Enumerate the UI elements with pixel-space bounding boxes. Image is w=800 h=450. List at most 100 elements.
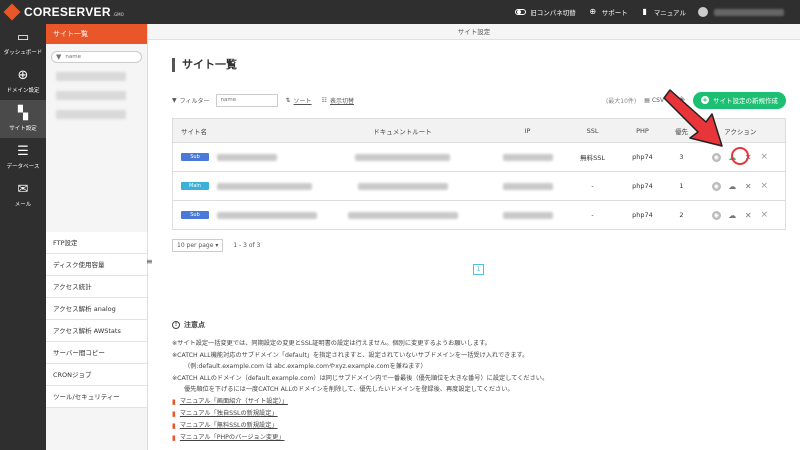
doc-root-cell bbox=[317, 171, 488, 201]
ip-redacted bbox=[502, 211, 553, 219]
col-site-name: サイト名 bbox=[172, 118, 318, 143]
close-icon[interactable]: × bbox=[760, 152, 769, 162]
logo-sub: .GMO bbox=[112, 11, 124, 17]
nav-mail[interactable]: ✉ メール bbox=[0, 176, 46, 214]
site-list-item[interactable] bbox=[56, 110, 126, 119]
sub-menu: FTP設定 ディスク使用容量 アクセス統計 アクセス解析 analog アクセス… bbox=[46, 232, 147, 408]
book-icon: ▮ bbox=[172, 433, 176, 442]
manual-link-php-version[interactable]: ▮ マニュアル「PHPのバージョン変更」 bbox=[172, 432, 782, 444]
sort-icon: ⇅ bbox=[285, 96, 291, 104]
toggle-icon bbox=[515, 9, 527, 15]
sub-sidebar: サイト一覧 ▼ FTP設定 ディスク使用容量 アクセス統計 アクセス解析 ana… bbox=[46, 24, 148, 450]
nav-site-settings[interactable]: ▚ サイト設定 bbox=[0, 100, 46, 138]
top-bar: CORESERVER .GMO 旧コンパネ切替 ⊕ サポート ▮ マニュアル bbox=[0, 0, 800, 24]
tools-icon[interactable]: ✕ bbox=[744, 211, 753, 220]
actions-cell: ◉ ☁ ✕ × bbox=[695, 171, 786, 201]
page-title: サイト一覧 bbox=[172, 58, 237, 72]
site-list bbox=[46, 68, 147, 133]
manual-link[interactable]: ▮ マニュアル bbox=[640, 7, 686, 17]
nav-domain[interactable]: ⊕ ドメイン設定 bbox=[0, 62, 46, 100]
globe-icon[interactable]: ◉ bbox=[711, 210, 721, 220]
user-menu[interactable] bbox=[698, 7, 784, 17]
site-list-item[interactable] bbox=[56, 72, 126, 81]
sort-link[interactable]: ソート bbox=[294, 96, 312, 105]
per-page-select[interactable]: 10 per page ▾ bbox=[172, 239, 224, 252]
annotation-arrow-icon bbox=[663, 89, 723, 147]
php-cell: php74 bbox=[617, 171, 668, 201]
cloud-upload-icon[interactable]: ☁ bbox=[728, 182, 737, 191]
sub-sidebar-header[interactable]: サイト一覧 bbox=[46, 24, 147, 44]
globe-icon: ⊕ bbox=[17, 67, 29, 83]
database-icon: ☰ bbox=[17, 143, 29, 159]
ssl-cell: 無料SSL bbox=[567, 142, 618, 172]
logo[interactable]: CORESERVER .GMO bbox=[3, 3, 124, 21]
list-toolbar: ▼ フィルター ⇅ ソート ☷ 表示切替 bbox=[172, 93, 364, 107]
book-icon: ▮ bbox=[172, 421, 176, 430]
sidebar-search-input[interactable] bbox=[65, 54, 136, 60]
manual-link-free-ssl[interactable]: ▮ マニュアル「無料SSLの新規設定」 bbox=[172, 420, 782, 432]
site-name-cell: Sub bbox=[172, 200, 318, 230]
ip-cell bbox=[487, 142, 568, 172]
file-icon: ▤ bbox=[644, 96, 650, 104]
site-name-redacted[interactable] bbox=[217, 211, 318, 219]
per-page-label: 10 per page bbox=[177, 242, 214, 249]
cloud-upload-icon[interactable]: ☁ bbox=[728, 211, 737, 220]
grid-icon: ▚ bbox=[18, 105, 28, 121]
doc-root-cell bbox=[317, 200, 488, 230]
sidebar-collapse-handle[interactable]: ≡ bbox=[146, 257, 153, 266]
manual-link-text: マニュアル「画面紹介（サイト設定）」 bbox=[179, 397, 288, 405]
note-line: （例:default.example.com は abc.example.com… bbox=[184, 363, 427, 370]
ip-redacted bbox=[502, 182, 553, 190]
site-type-badge: Main bbox=[181, 182, 209, 190]
globe-icon[interactable]: ◉ bbox=[711, 181, 721, 191]
tools-icon[interactable]: ✕ bbox=[744, 182, 753, 191]
nav-database[interactable]: ☰ データベース bbox=[0, 138, 46, 176]
user-name-redacted bbox=[714, 8, 784, 16]
sub-menu-server-copy[interactable]: サーバー間コピー bbox=[46, 342, 147, 364]
nav-label: データベース bbox=[6, 163, 40, 170]
note-line: ※CATCH ALL機能対応のサブドメイン「default」を指定されますと、設… bbox=[172, 351, 529, 359]
chevron-down-icon: ▾ bbox=[215, 242, 219, 249]
max-count-label: (最大10件) bbox=[605, 97, 637, 105]
nav-dashboard[interactable]: ▭ ダッシュボード bbox=[0, 24, 46, 62]
sub-menu-ftp[interactable]: FTP設定 bbox=[46, 232, 147, 254]
book-icon: ▮ bbox=[172, 409, 176, 418]
manual-link-site-settings[interactable]: ▮ マニュアル「画面紹介（サイト設定）」 bbox=[172, 396, 782, 408]
note-line: ※CATCH ALLのドメイン（default.example.com）は同じサ… bbox=[172, 374, 549, 382]
close-icon[interactable]: × bbox=[760, 210, 769, 220]
close-icon[interactable]: × bbox=[760, 181, 769, 191]
doc-root-redacted bbox=[357, 182, 448, 190]
ip-redacted bbox=[502, 153, 553, 161]
display-toggle-link[interactable]: 表示切替 bbox=[330, 96, 354, 105]
nav-label: サイト設定 bbox=[9, 125, 37, 132]
book-icon: ▮ bbox=[172, 397, 176, 406]
main-header: サイト設定 bbox=[148, 24, 800, 40]
sub-menu-disk-usage[interactable]: ディスク使用容量 bbox=[46, 254, 147, 276]
filter-input[interactable] bbox=[215, 93, 278, 107]
sub-menu-cron[interactable]: CRONジョブ bbox=[46, 364, 147, 386]
sub-menu-analog[interactable]: アクセス解析 analog bbox=[46, 298, 147, 320]
sidebar-search: ▼ bbox=[51, 51, 142, 63]
manual-link-custom-ssl[interactable]: ▮ マニュアル「独自SSLの新規設定」 bbox=[172, 408, 782, 420]
manual-link-text: マニュアル「独自SSLの新規設定」 bbox=[179, 409, 278, 417]
col-document-root: ドキュメントルート bbox=[317, 118, 488, 143]
notes-title: ! 注意点 bbox=[172, 320, 782, 330]
filter-icon: ▼ bbox=[56, 53, 62, 61]
table-row: Sub - php74 2 ◉ ☁ ✕ × bbox=[172, 200, 786, 230]
display-toggle-icon: ☷ bbox=[321, 96, 327, 104]
filter-label: フィルター bbox=[179, 97, 210, 105]
nav-label: ダッシュボード bbox=[3, 49, 43, 56]
site-name-redacted[interactable] bbox=[217, 182, 313, 190]
support-link[interactable]: ⊕ サポート bbox=[588, 7, 627, 17]
sub-menu-access-stats[interactable]: アクセス統計 bbox=[46, 276, 147, 298]
old-panel-toggle[interactable]: 旧コンパネ切替 bbox=[515, 7, 576, 17]
site-name-redacted[interactable] bbox=[217, 153, 278, 161]
site-list-item[interactable] bbox=[56, 91, 126, 100]
sub-menu-tools-security[interactable]: ツール/セキュリティー bbox=[46, 386, 147, 408]
doc-root-redacted bbox=[355, 153, 450, 161]
page-number-button[interactable]: 1 bbox=[473, 264, 484, 275]
priority-cell: 2 bbox=[667, 200, 696, 230]
note-line: 優先順位を下げるには一度CATCH ALLのドメインを削除して、優先したいドメイ… bbox=[184, 386, 514, 393]
sub-menu-awstats[interactable]: アクセス解析 AWStats bbox=[46, 320, 147, 342]
nav-label: ドメイン設定 bbox=[6, 87, 40, 94]
